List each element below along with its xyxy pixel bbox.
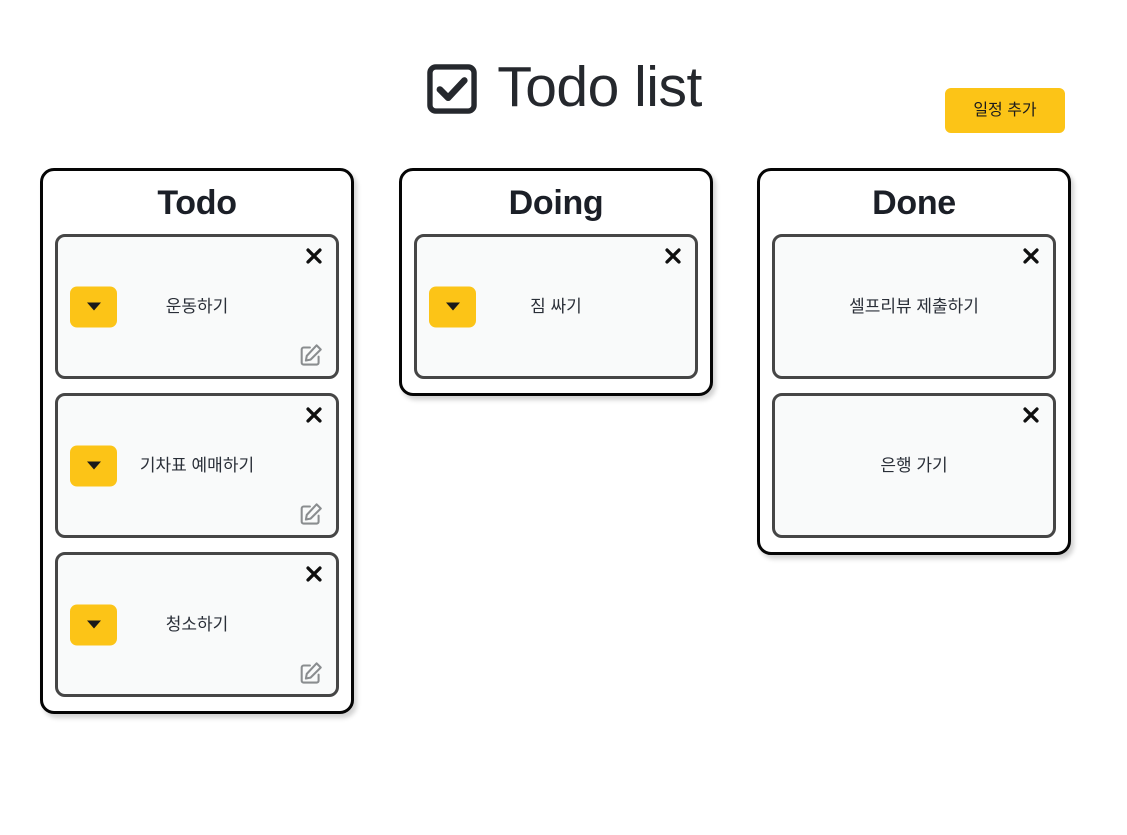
edit-pencil-square-icon[interactable] bbox=[298, 342, 324, 368]
close-x-icon[interactable] bbox=[1020, 404, 1042, 426]
close-x-icon[interactable] bbox=[303, 404, 325, 426]
column-doing: Doing 짐 싸기 bbox=[399, 168, 713, 397]
task-card-text: 기차표 예매하기 bbox=[139, 455, 255, 475]
task-card-text: 은행 가기 bbox=[880, 455, 948, 475]
task-card-text: 청소하기 bbox=[165, 614, 229, 634]
close-x-icon[interactable] bbox=[303, 563, 325, 585]
task-card[interactable]: 은행 가기 bbox=[772, 393, 1056, 539]
task-card[interactable]: 짐 싸기 bbox=[414, 234, 698, 380]
task-card[interactable]: 운동하기 bbox=[55, 234, 339, 380]
add-schedule-button[interactable]: 일정 추가 bbox=[945, 88, 1065, 133]
todo-app-page: Todo list 일정 추가 Todo 운동하기 기차표 예매하기 청소하기 … bbox=[0, 0, 1127, 835]
close-x-icon[interactable] bbox=[303, 245, 325, 267]
task-card[interactable]: 기차표 예매하기 bbox=[55, 393, 339, 539]
task-card-text: 셀프리뷰 제출하기 bbox=[849, 296, 979, 316]
close-x-icon[interactable] bbox=[662, 245, 684, 267]
close-x-icon[interactable] bbox=[1020, 245, 1042, 267]
task-card[interactable]: 셀프리뷰 제출하기 bbox=[772, 234, 1056, 380]
task-card-text: 짐 싸기 bbox=[530, 296, 582, 316]
column-done-title: Done bbox=[872, 184, 956, 222]
column-done: Done 셀프리뷰 제출하기 은행 가기 bbox=[757, 168, 1071, 556]
edit-pencil-square-icon[interactable] bbox=[298, 660, 324, 686]
column-doing-title: Doing bbox=[508, 184, 604, 222]
page-title-text: Todo list bbox=[497, 54, 702, 119]
task-card[interactable]: 청소하기 bbox=[55, 552, 339, 698]
column-todo-title: Todo bbox=[157, 184, 237, 222]
column-todo: Todo 운동하기 기차표 예매하기 청소하기 bbox=[40, 168, 354, 715]
app-header: Todo list 일정 추가 bbox=[0, 0, 1127, 160]
edit-pencil-square-icon[interactable] bbox=[298, 501, 324, 527]
kanban-board: Todo 운동하기 기차표 예매하기 청소하기 Doing 짐 싸기 Done … bbox=[0, 168, 1127, 788]
task-card-text: 운동하기 bbox=[165, 296, 229, 316]
checkbox-checked-icon bbox=[427, 64, 477, 114]
